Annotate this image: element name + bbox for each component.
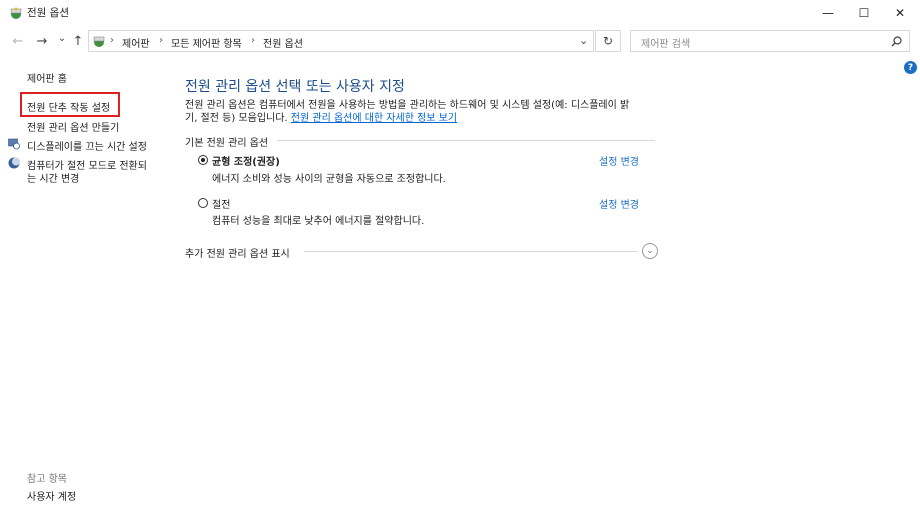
section-title: 기본 전원 관리 옵션 <box>185 138 269 149</box>
sidebar-item-sleep-time-cont[interactable]: 는 시간 변경 <box>27 170 79 185</box>
user-accounts-link[interactable]: 사용자 계정 <box>27 488 76 503</box>
plan-balanced-name[interactable]: 균형 조정(권장) <box>212 153 280 168</box>
maximize-icon: ☐ <box>858 6 870 20</box>
plan-saver-name[interactable]: 절전 <box>212 196 230 211</box>
up-button[interactable]: ↑ <box>70 34 86 49</box>
description-text: 기, 절전 등) 모음입니다. <box>185 113 288 124</box>
forward-button[interactable]: → <box>34 34 50 49</box>
plan-saver-description: 컴퓨터 성능을 최대로 낮추어 에너지를 절약합니다. <box>212 216 425 227</box>
description-line: 전원 관리 옵션은 컴퓨터에서 전원을 사용하는 방법을 관리하는 하드웨어 및… <box>185 100 630 111</box>
refresh-icon: ↻ <box>602 34 614 48</box>
search-input[interactable]: 제어판 검색 <box>630 30 910 52</box>
window-title: 전원 옵션 <box>27 7 69 19</box>
minimize-button[interactable]: — <box>810 0 846 26</box>
refresh-button[interactable]: ↻ <box>595 30 621 52</box>
show-more-plans-label[interactable]: 추가 전원 관리 옵션 표시 <box>185 245 290 260</box>
plan-balanced-change-link[interactable]: 설정 변경 <box>599 153 639 168</box>
address-bar[interactable]: › 제어판 › 모든 제어판 항목 › 전원 옵션 ⌄ <box>88 30 594 52</box>
sidebar-item-power-button[interactable]: 전원 단추 작동 설정 <box>27 99 110 114</box>
close-button[interactable]: ✕ <box>882 0 918 26</box>
help-icon[interactable]: ? <box>904 61 917 74</box>
control-panel-icon <box>93 36 105 47</box>
sidebar-item-display-off[interactable]: 디스플레이를 끄는 시간 설정 <box>27 138 147 153</box>
description-line-2: 기, 절전 등) 모음입니다. 전원 관리 옵션에 대한 자세한 정보 보기 <box>185 112 665 125</box>
search-placeholder: 제어판 검색 <box>641 39 691 50</box>
plan-balanced-description: 에너지 소비와 성능 사이의 균형을 자동으로 조정합니다. <box>212 174 446 185</box>
close-icon: ✕ <box>894 6 906 20</box>
breadcrumb-all-items[interactable]: 모든 제어판 항목 <box>171 35 242 50</box>
expand-button[interactable]: ⌄ <box>642 243 658 259</box>
breadcrumb-power-options[interactable]: 전원 옵션 <box>263 35 303 50</box>
plan-balanced-radio[interactable] <box>198 155 208 165</box>
breadcrumb-separator: › <box>110 35 114 46</box>
sidebar-item-create-plan[interactable]: 전원 관리 옵션 만들기 <box>27 119 119 134</box>
minimize-icon: — <box>822 6 834 20</box>
control-panel-home-link[interactable]: 제어판 홈 <box>27 70 67 85</box>
address-dropdown-icon[interactable]: ⌄ <box>579 34 588 47</box>
power-options-icon <box>10 7 22 19</box>
recent-locations-button[interactable]: ⌄ <box>54 33 70 44</box>
back-button[interactable]: ← <box>10 34 26 49</box>
more-info-link[interactable]: 전원 관리 옵션에 대한 자세한 정보 보기 <box>291 113 457 124</box>
see-also-heading: 참고 항목 <box>27 474 67 485</box>
page-description: 전원 관리 옵션은 컴퓨터에서 전원을 사용하는 방법을 관리하는 하드웨어 및… <box>185 99 665 125</box>
breadcrumb-separator: › <box>251 35 255 46</box>
breadcrumb-control-panel[interactable]: 제어판 <box>122 35 150 50</box>
more-plans-divider <box>304 251 638 252</box>
plan-saver-change-link[interactable]: 설정 변경 <box>599 196 639 211</box>
search-icon[interactable] <box>891 36 902 47</box>
chevron-down-icon: ⌄ <box>646 246 654 256</box>
title-bar: 전원 옵션 — ☐ ✕ <box>0 0 920 26</box>
display-clock-icon <box>8 138 20 150</box>
page-title: 전원 관리 옵션 선택 또는 사용자 지정 <box>185 79 405 95</box>
breadcrumb-separator: › <box>159 35 163 46</box>
plan-saver-radio[interactable] <box>198 198 208 208</box>
section-divider <box>277 140 655 141</box>
moon-icon <box>8 157 20 169</box>
maximize-button[interactable]: ☐ <box>846 0 882 26</box>
